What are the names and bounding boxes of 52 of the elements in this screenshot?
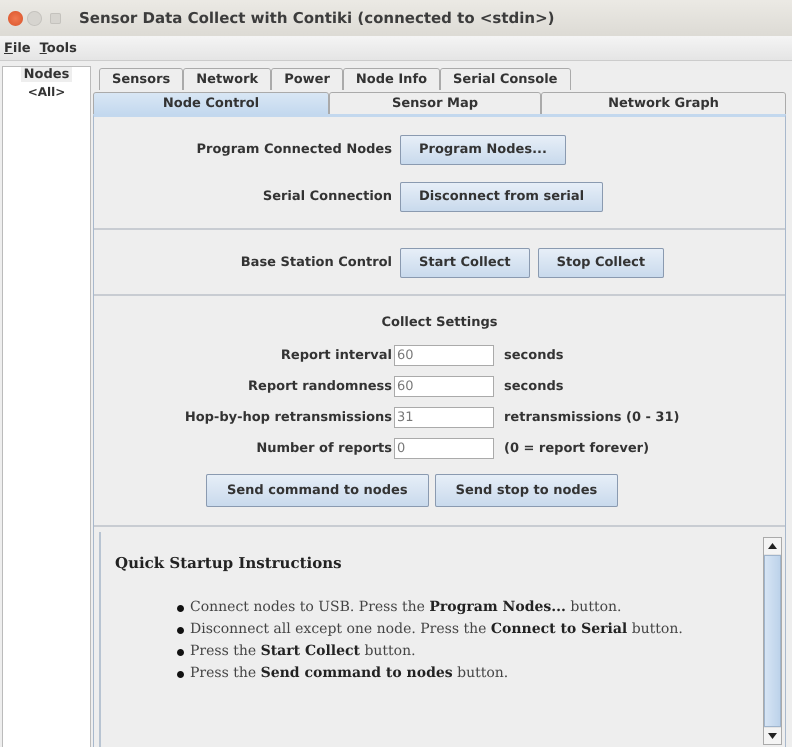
field-label: Base Station Control (240, 255, 392, 270)
tab[interactable]: Sensors (99, 68, 184, 90)
instruction-text: Disconnect all except one node. Press the Connect to Serial button. (190, 620, 683, 639)
instructions-heading: Quick Startup Instructions (115, 554, 343, 572)
bullet-icon (177, 627, 184, 634)
close-icon[interactable] (8, 10, 23, 26)
list-header: Nodes (20, 67, 72, 82)
action-button[interactable]: Stop Collect (538, 248, 664, 278)
menu-item[interactable]: Tools (40, 40, 77, 56)
menu-item[interactable]: File (4, 40, 31, 56)
field-label: Report interval (280, 348, 392, 363)
bullet-icon (177, 671, 184, 678)
window-title: Sensor Data Collect with Contiki (connected to <stdin>) (79, 9, 554, 27)
tab[interactable]: Node Info (342, 68, 440, 90)
tab[interactable]: Node Control (93, 92, 329, 114)
tab[interactable]: Sensor Map (329, 92, 541, 114)
field-label: Serial Connection (262, 189, 392, 204)
nodes-list[interactable]: Nodes <All> (2, 66, 91, 747)
input-field[interactable]: 0 (394, 438, 494, 459)
unit-label: (0 = report forever) (504, 441, 650, 456)
tab[interactable]: Serial Console (440, 68, 571, 90)
unit-label: retransmissions (0 - 31) (504, 410, 680, 425)
instruction-text: Connect nodes to USB. Press the Program Nodes... button. (190, 598, 622, 617)
minimize-icon[interactable] (27, 10, 42, 26)
scrollbar[interactable] (763, 537, 782, 745)
list-item[interactable]: <All> (28, 85, 66, 99)
input-field[interactable]: 31 (394, 407, 494, 428)
action-button[interactable]: Program Nodes... (400, 134, 566, 164)
scroll-thumb[interactable] (764, 555, 781, 727)
action-button[interactable]: Send stop to nodes (434, 474, 618, 507)
instruction-text: Press the Start Collect button. (190, 642, 416, 661)
bullet-icon (177, 649, 184, 656)
field-label: Report randomness (247, 379, 392, 394)
unit-label: seconds (504, 348, 564, 363)
field-label: Program Connected Nodes (196, 142, 392, 157)
input-field[interactable]: 60 (394, 345, 494, 366)
input-field[interactable]: 60 (394, 376, 494, 397)
action-button[interactable]: Send command to nodes (206, 474, 429, 507)
scroll-up-icon[interactable] (764, 538, 781, 554)
scroll-down-icon[interactable] (764, 728, 781, 744)
action-button[interactable]: Disconnect from serial (400, 182, 604, 212)
tab[interactable]: Power (271, 68, 343, 90)
field-label: Number of reports (255, 441, 392, 456)
section-heading: Collect Settings (380, 315, 498, 330)
maximize-icon[interactable] (50, 12, 61, 24)
instruction-text: Press the Send command to nodes button. (190, 664, 508, 683)
field-label: Hop-by-hop retransmissions (184, 410, 392, 425)
bullet-icon (177, 605, 184, 612)
tab[interactable]: Network Graph (541, 92, 786, 114)
tab[interactable]: Network (183, 68, 272, 90)
action-button[interactable]: Start Collect (400, 248, 530, 278)
unit-label: seconds (504, 379, 564, 394)
